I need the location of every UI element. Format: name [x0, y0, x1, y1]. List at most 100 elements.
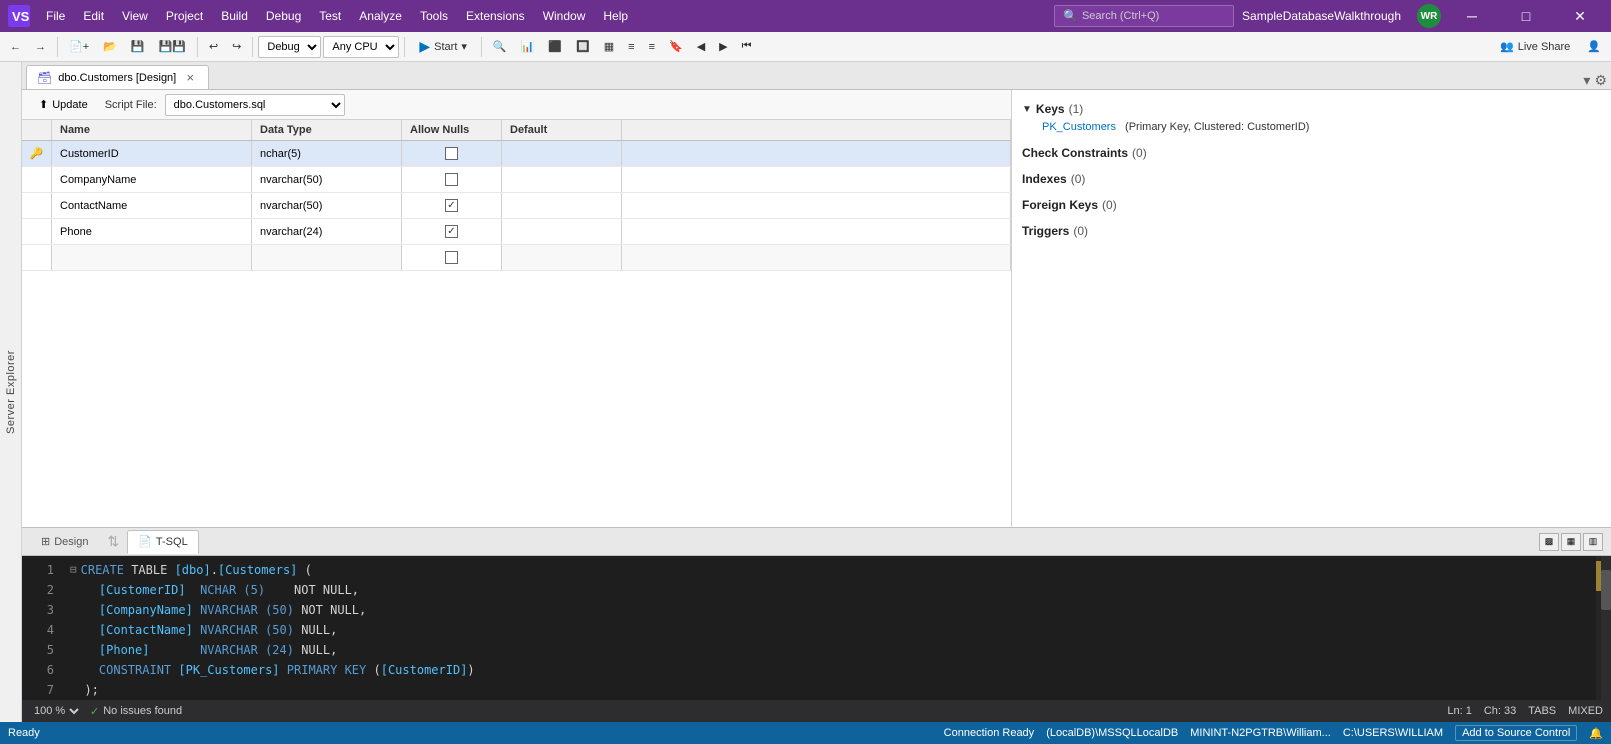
code-scrollbar[interactable] [1601, 556, 1611, 700]
menu-project[interactable]: Project [158, 5, 211, 27]
report-button[interactable]: 📊 [515, 36, 541, 57]
bookmark-button[interactable]: 🔖 [663, 36, 689, 57]
tab-bar: 🗃 dbo.Customers [Design] × ▾ ⚙ [22, 62, 1611, 90]
toolbar-btn-8[interactable]: ▦ [598, 36, 620, 57]
server-explorer-panel[interactable]: Server Explorer [0, 62, 22, 722]
cell-name-3[interactable]: ContactName [52, 193, 252, 218]
toolbar-btn-6[interactable]: ⬛ [542, 36, 568, 57]
keys-header[interactable]: ▼ Keys (1) [1022, 100, 1601, 118]
layout-btn-3[interactable]: ▥ [1583, 533, 1603, 551]
menu-analyze[interactable]: Analyze [351, 5, 410, 27]
menu-help[interactable]: Help [595, 5, 636, 27]
table-row[interactable]: Phone nvarchar(24) ✓ [22, 219, 1011, 245]
foreign-keys-header[interactable]: Foreign Keys (0) [1022, 196, 1601, 214]
menu-view[interactable]: View [114, 5, 156, 27]
toolbar-btn-13[interactable]: ▶ [713, 36, 733, 57]
tab-bar-settings-icon[interactable]: ⚙ [1594, 72, 1607, 89]
menu-window[interactable]: Window [535, 5, 594, 27]
save-button[interactable]: 💾 [125, 36, 151, 57]
menu-test[interactable]: Test [311, 5, 349, 27]
cell-name-1[interactable]: CustomerID [52, 141, 252, 166]
cell-default-2[interactable] [502, 167, 622, 192]
cell-nulls-5[interactable] [402, 245, 502, 270]
start-button[interactable]: ▶ Start ▾ [410, 34, 476, 59]
menu-file[interactable]: File [38, 5, 73, 27]
cell-default-3[interactable] [502, 193, 622, 218]
triggers-header[interactable]: Triggers (0) [1022, 222, 1601, 240]
table-row[interactable]: ContactName nvarchar(50) ✓ [22, 193, 1011, 219]
nulls-checkbox-5[interactable] [445, 251, 458, 264]
menu-extensions[interactable]: Extensions [458, 5, 533, 27]
toolbar-btn-14[interactable]: ⏮ [736, 36, 758, 57]
nulls-checkbox-2[interactable] [445, 173, 458, 186]
indexes-header[interactable]: Indexes (0) [1022, 170, 1601, 188]
tab-design[interactable]: ⊞ Design [30, 530, 99, 554]
debug-config-dropdown[interactable]: Debug [258, 36, 321, 58]
cell-name-2[interactable]: CompanyName [52, 167, 252, 192]
tb-sep-4 [404, 37, 405, 57]
minimize-button[interactable]: ─ [1449, 0, 1495, 32]
design-container: ⬆ Update Script File: dbo.Customers.sql … [22, 90, 1611, 527]
design-tab[interactable]: 🗃 dbo.Customers [Design] × [26, 65, 209, 89]
zoom-dropdown[interactable]: 100 % [30, 704, 82, 718]
search-toolbar-button[interactable]: 🔍 [487, 36, 513, 57]
live-share-button[interactable]: 👥 Live Share [1491, 36, 1579, 57]
open-file-button[interactable]: 📂 [97, 36, 123, 57]
check-constraints-header[interactable]: Check Constraints (0) [1022, 144, 1601, 162]
toolbar-btn-10[interactable]: ≡ [643, 37, 661, 57]
cell-default-4[interactable] [502, 219, 622, 244]
menu-tools[interactable]: Tools [412, 5, 456, 27]
search-box[interactable]: 🔍 Search (Ctrl+Q) [1054, 5, 1234, 27]
table-row[interactable]: 🔑 CustomerID nchar(5) [22, 141, 1011, 167]
cell-type-3[interactable]: nvarchar(50) [252, 193, 402, 218]
toolbar-btn-9[interactable]: ≡ [622, 37, 640, 57]
maximize-button[interactable]: □ [1503, 0, 1549, 32]
toolbar-btn-12[interactable]: ◀ [691, 36, 711, 57]
notifications-button[interactable]: 👤 [1581, 36, 1607, 57]
cell-nulls-2[interactable] [402, 167, 502, 192]
table-row[interactable]: CompanyName nvarchar(50) [22, 167, 1011, 193]
menu-edit[interactable]: Edit [75, 5, 112, 27]
menu-build[interactable]: Build [213, 5, 256, 27]
new-item-button[interactable]: 📄+ [63, 36, 95, 57]
triggers-label: Triggers [1022, 224, 1069, 238]
tab-tsql[interactable]: 📄 T-SQL [127, 530, 199, 554]
nulls-checkbox-1[interactable] [445, 147, 458, 160]
code-editor[interactable]: 1 2 3 4 5 6 7 ⊟ CREATE TABLE [dbo] . [22, 556, 1611, 700]
save-all-button[interactable]: 💾💾 [153, 36, 192, 57]
cell-nulls-3[interactable]: ✓ [402, 193, 502, 218]
tab-close-button[interactable]: × [182, 70, 198, 86]
cell-default-5[interactable] [502, 245, 622, 270]
cell-name-5[interactable] [52, 245, 252, 270]
foreign-keys-label: Foreign Keys [1022, 198, 1098, 212]
cpu-config-dropdown[interactable]: Any CPU [323, 36, 399, 58]
toolbar-btn-7[interactable]: 🔲 [570, 36, 596, 57]
nulls-checkbox-4[interactable]: ✓ [445, 225, 458, 238]
cell-type-5[interactable] [252, 245, 402, 270]
layout-btn-2[interactable]: ▦ [1561, 533, 1581, 551]
script-file-dropdown[interactable]: dbo.Customers.sql [165, 94, 345, 116]
undo-button[interactable]: ↩ [203, 36, 224, 57]
redo-button[interactable]: ↪ [226, 36, 247, 57]
update-toolbar: ⬆ Update Script File: dbo.Customers.sql [22, 90, 1011, 120]
scroll-thumb[interactable] [1601, 570, 1611, 610]
cell-nulls-4[interactable]: ✓ [402, 219, 502, 244]
pk-item[interactable]: PK_Customers (Primary Key, Clustered: Cu… [1022, 118, 1601, 136]
cell-name-4[interactable]: Phone [52, 219, 252, 244]
notification-icon[interactable]: 🔔 [1589, 727, 1603, 740]
cell-nulls-1[interactable] [402, 141, 502, 166]
table-row[interactable] [22, 245, 1011, 271]
cell-default-1[interactable] [502, 141, 622, 166]
nav-back-button[interactable]: ← [4, 37, 27, 57]
close-button[interactable]: ✕ [1557, 0, 1603, 32]
source-control-button[interactable]: Add to Source Control [1455, 725, 1577, 741]
layout-btn-1[interactable]: ▩ [1539, 533, 1559, 551]
cell-type-1[interactable]: nchar(5) [252, 141, 402, 166]
nulls-checkbox-3[interactable]: ✓ [445, 199, 458, 212]
nav-forward-button[interactable]: → [29, 37, 52, 57]
tab-bar-dropdown-icon[interactable]: ▾ [1583, 72, 1590, 89]
cell-type-2[interactable]: nvarchar(50) [252, 167, 402, 192]
cell-type-4[interactable]: nvarchar(24) [252, 219, 402, 244]
update-button[interactable]: ⬆ Update [30, 94, 97, 115]
menu-debug[interactable]: Debug [258, 5, 309, 27]
